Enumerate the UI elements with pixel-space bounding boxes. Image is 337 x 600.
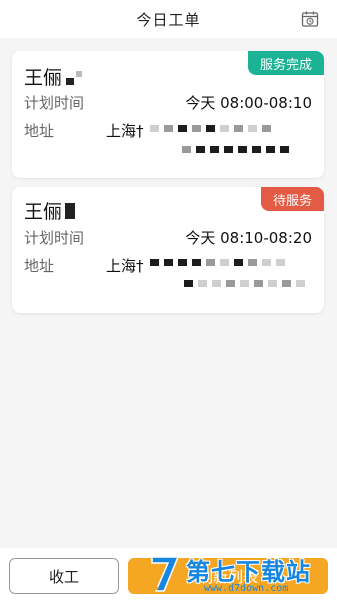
plan-time-label: 计划时间	[24, 94, 85, 112]
redacted-address	[150, 259, 285, 266]
redacted-address	[184, 280, 305, 287]
bottom-action-bar: 收工 刷新列表	[0, 548, 337, 600]
address-label: 地址	[24, 122, 55, 140]
finish-work-button[interactable]: 收工	[9, 558, 119, 594]
status-badge: 待服务	[260, 187, 324, 211]
customer-name-text: 王俪	[24, 67, 63, 89]
app-header: 今日工单	[0, 0, 337, 38]
address-label: 地址	[24, 257, 55, 275]
customer-name: 王俪	[24, 197, 76, 224]
status-badge: 服务完成	[247, 51, 324, 75]
page-title: 今日工单	[136, 10, 201, 29]
status-badge-label: 待服务	[272, 193, 312, 209]
address-value: 上海†	[106, 122, 144, 140]
status-badge-label: 服务完成	[259, 57, 312, 73]
calendar-history-icon[interactable]	[301, 10, 319, 28]
work-order-card[interactable]: 服务完成 王俪 计划时间 今天 08:00-08:10 地址 上海†	[12, 51, 324, 178]
work-order-card[interactable]: 待服务 王俪 计划时间 今天 08:10-08:20 地址 上海†	[12, 187, 324, 313]
refresh-list-button[interactable]: 刷新列表	[128, 558, 328, 594]
customer-name: 王俪	[24, 63, 83, 90]
redacted-address	[150, 125, 271, 132]
address-value: 上海†	[106, 257, 144, 275]
redacted-mark	[66, 77, 75, 85]
plan-time-value: 今天 08:00-08:10	[185, 94, 312, 112]
plan-time-value: 今天 08:10-08:20	[185, 229, 312, 247]
plan-time-label: 计划时间	[24, 229, 85, 247]
redacted-address	[182, 146, 289, 153]
redacted-mark	[76, 70, 83, 77]
redacted-mark	[65, 202, 76, 219]
customer-name-text: 王俪	[24, 201, 63, 223]
